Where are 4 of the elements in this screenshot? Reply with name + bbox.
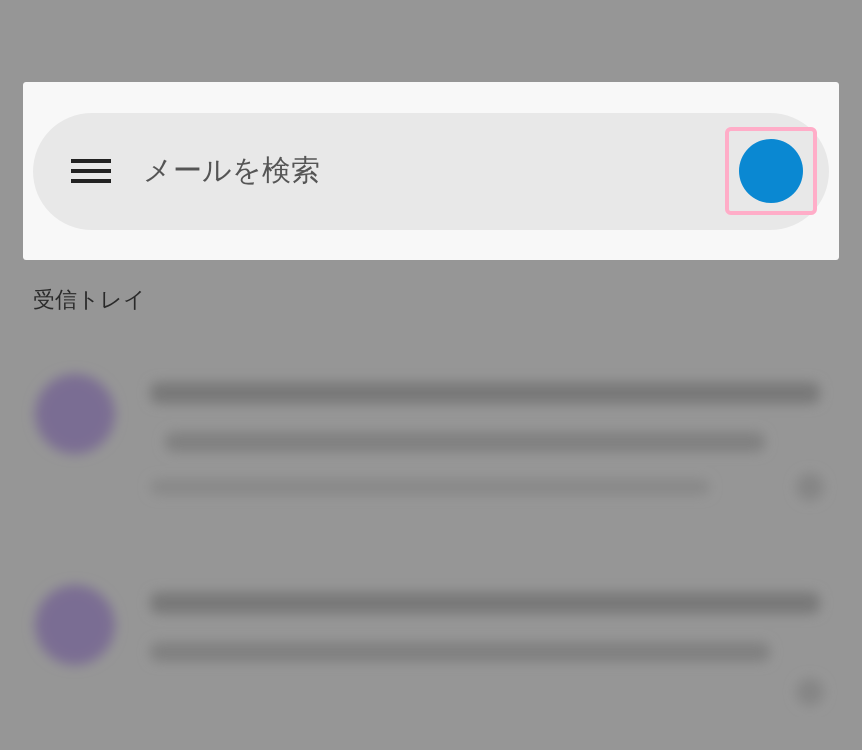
section-label: 受信トレイ bbox=[33, 287, 146, 315]
menu-icon[interactable] bbox=[71, 159, 111, 183]
search-input[interactable]: メールを検索 bbox=[143, 149, 725, 193]
search-field[interactable]: メールを検索 bbox=[33, 112, 829, 230]
